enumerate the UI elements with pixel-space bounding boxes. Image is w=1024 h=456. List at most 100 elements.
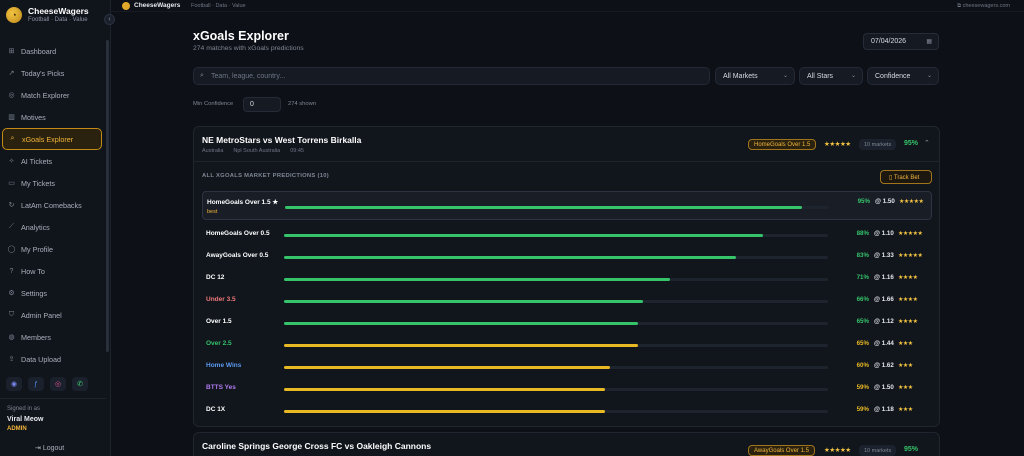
- odds-value: @ 1.33: [874, 252, 894, 259]
- market-label: HomeGoals Over 1.5 ★: [207, 199, 279, 206]
- match-league: Npl South Australia: [233, 148, 281, 154]
- confidence-bar-fill: [284, 322, 638, 325]
- match-card: NE MetroStars vs West Torrens Birkalla A…: [193, 126, 940, 427]
- prediction-row[interactable]: BTTS Yes 59% @ 1.50 ★★★: [202, 380, 932, 400]
- prediction-row[interactable]: DC 1X 59% @ 1.18 ★★★: [202, 402, 932, 422]
- calendar-icon: ▦: [926, 39, 932, 45]
- brand[interactable]: ◔ CheeseWagers Football · Data · Value: [6, 6, 89, 24]
- confidence-percent: 65%: [856, 318, 869, 325]
- sidebar-item-today-s-picks[interactable]: ↗ Today's Picks: [0, 62, 106, 84]
- logout-button[interactable]: ⇥ Logout: [35, 444, 64, 452]
- sidebar-item-admin-panel[interactable]: ⛉ Admin Panel: [0, 304, 106, 326]
- sidebar-item-latam-comebacks[interactable]: ↻ LatAm Comebacks: [0, 194, 106, 216]
- whatsapp-icon[interactable]: ✆: [72, 377, 88, 391]
- best-tag: best: [207, 209, 218, 215]
- star-rating: ★★★★★: [898, 231, 923, 237]
- brand-name: CheeseWagers: [28, 6, 89, 16]
- confidence-percent: 66%: [856, 296, 869, 303]
- sidebar-item-my-profile[interactable]: ◯ My Profile: [0, 238, 106, 260]
- shield-icon: ⛉: [8, 311, 15, 318]
- confidence-bar: [284, 256, 828, 259]
- confidence-percent: 60%: [856, 362, 869, 369]
- confidence-bar-fill: [284, 366, 611, 369]
- sidebar-item-analytics[interactable]: ⟋ Analytics: [0, 216, 106, 238]
- sidebar-item-my-tickets[interactable]: ▭ My Tickets: [0, 172, 106, 194]
- sidebar-item-settings[interactable]: ⚙ Settings: [0, 282, 106, 304]
- sidebar-item-how-to[interactable]: ? How To: [0, 260, 106, 282]
- confidence-bar: [284, 278, 828, 281]
- sort-select[interactable]: Confidence ⌄: [867, 67, 939, 85]
- sidebar-item-label: My Tickets: [21, 178, 55, 188]
- odds-value: @ 1.10: [874, 230, 894, 237]
- collapse-sidebar-button[interactable]: ‹: [104, 14, 115, 25]
- markets-select[interactable]: All Markets ⌄: [715, 67, 795, 85]
- topbar-logo-icon: [122, 2, 130, 10]
- confidence-bar-fill: [284, 256, 736, 259]
- search-input[interactable]: ⌕ Team, league, country...: [193, 67, 710, 85]
- search-icon: ⌕: [200, 72, 204, 79]
- site-link[interactable]: ⧉ cheesewagers.com: [957, 3, 1010, 10]
- sidebar-item-label: Settings: [21, 288, 47, 298]
- sidebar-item-motives[interactable]: ▥ Motives: [0, 106, 106, 128]
- discord-icon[interactable]: ◉: [6, 377, 22, 391]
- brand-tagline: Football · Data · Value: [28, 17, 88, 23]
- header-confidence: 95%: [904, 446, 919, 453]
- sidebar-item-label: LatAm Comebacks: [21, 200, 82, 210]
- ticket-icon: ▭: [8, 180, 15, 187]
- star-rating: ★★★★: [898, 319, 918, 325]
- topbar-brand-name: CheeseWagers: [134, 2, 181, 9]
- sidebar: ◔ CheeseWagers Football · Data · Value ‹…: [0, 0, 115, 456]
- header-stars: ★★★★★: [824, 141, 851, 148]
- sidebar-item-dashboard[interactable]: ⊞ Dashboard: [0, 40, 106, 62]
- facebook-icon[interactable]: ƒ: [28, 377, 44, 391]
- confidence-bar-fill: [284, 410, 605, 413]
- logout-icon: ⇥: [35, 445, 43, 452]
- min-confidence-label: Min Confidence: [193, 101, 234, 107]
- sidebar-item-label: Data Upload: [21, 354, 61, 364]
- stars-select[interactable]: All Stars ⌄: [799, 67, 863, 85]
- sidebar-item-label: Analytics: [21, 222, 50, 232]
- market-label: Over 1.5: [206, 318, 232, 325]
- confidence-bar-fill: [284, 278, 671, 281]
- top-pick-badge: AwayGoals Over 1.5: [748, 445, 815, 456]
- market-label: BTTS Yes: [206, 384, 236, 391]
- confidence-percent: 59%: [856, 406, 869, 413]
- confidence-percent: 95%: [857, 198, 870, 205]
- sidebar-item-xgoals-explorer[interactable]: ⌕ xGoals Explorer: [2, 128, 102, 150]
- star-rating: ★★★: [898, 341, 913, 347]
- prediction-row[interactable]: Under 3.5 66% @ 1.66 ★★★★: [202, 292, 932, 312]
- confidence-bar-fill: [284, 388, 605, 391]
- prediction-row[interactable]: HomeGoals Over 0.5 88% @ 1.10 ★★★★★: [202, 226, 932, 246]
- sidebar-item-match-explorer[interactable]: ◎ Match Explorer: [0, 84, 106, 106]
- sidebar-scrollbar[interactable]: [106, 40, 109, 352]
- odds-value: @ 1.62: [874, 362, 894, 369]
- search-icon: ⌕: [10, 135, 15, 142]
- date-picker[interactable]: 07/04/2026 ▦: [863, 33, 939, 50]
- match-card-header[interactable]: NE MetroStars vs West Torrens Birkalla A…: [194, 127, 939, 161]
- market-label: Home Wins: [206, 362, 242, 369]
- top-pick-badge: HomeGoals Over 1.5: [748, 139, 817, 150]
- sidebar-item-label: Today's Picks: [21, 68, 65, 78]
- confidence-percent: 59%: [856, 384, 869, 391]
- prediction-row[interactable]: Over 1.5 65% @ 1.12 ★★★★: [202, 314, 932, 334]
- instagram-icon[interactable]: ◎: [50, 377, 66, 391]
- min-confidence-input[interactable]: 0: [243, 97, 281, 112]
- social-links: ◉ ƒ ◎ ✆: [6, 377, 88, 391]
- chevron-up-icon[interactable]: ⌃: [924, 139, 930, 147]
- prediction-row[interactable]: Home Wins 60% @ 1.62 ★★★: [202, 358, 932, 378]
- page-subtitle: 274 matches with xGoals predictions: [193, 45, 304, 52]
- track-bet-button[interactable]: ▯ Track Bet: [880, 170, 932, 184]
- confidence-bar: [284, 234, 828, 237]
- prediction-row[interactable]: DC 12 71% @ 1.16 ★★★★: [202, 270, 932, 290]
- match-name: NE MetroStars vs West Torrens Birkalla: [202, 135, 362, 145]
- sidebar-item-data-upload[interactable]: ⇪ Data Upload: [0, 348, 106, 370]
- prediction-row[interactable]: AwayGoals Over 0.5 83% @ 1.33 ★★★★★: [202, 248, 932, 268]
- market-label: DC 1X: [206, 406, 226, 413]
- prediction-row[interactable]: HomeGoals Over 1.5 ★ best 95% @ 1.50 ★★★★★: [202, 191, 932, 220]
- market-label: DC 12: [206, 274, 225, 281]
- sidebar-item-ai-tickets[interactable]: ✧ AI Tickets: [0, 150, 106, 172]
- match-card[interactable]: Caroline Springs George Cross FC vs Oakl…: [193, 432, 940, 456]
- confidence-bar-fill: [284, 234, 763, 237]
- sidebar-item-members[interactable]: ◍ Members: [0, 326, 106, 348]
- prediction-row[interactable]: Over 2.5 65% @ 1.44 ★★★: [202, 336, 932, 356]
